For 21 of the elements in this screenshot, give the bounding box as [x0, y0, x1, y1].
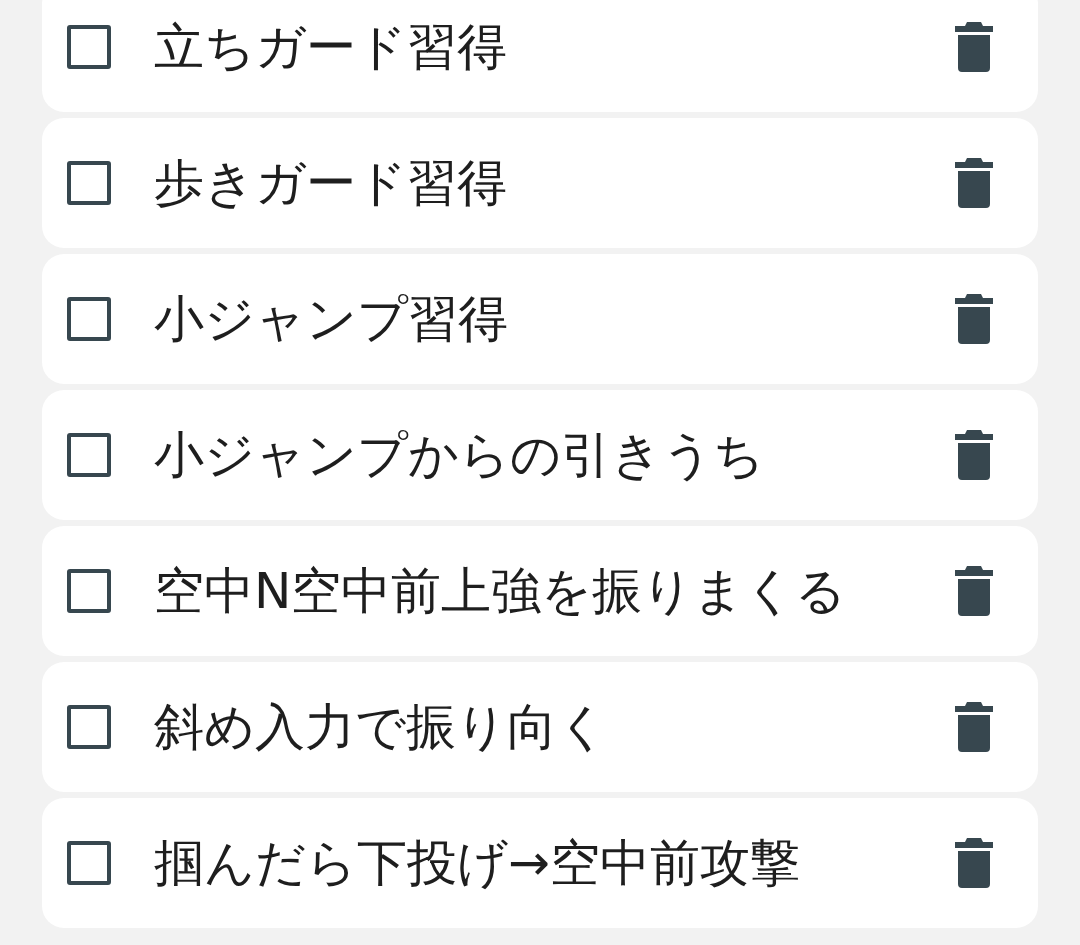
task-label: 立ちガード習得 [154, 17, 508, 78]
checkbox[interactable] [67, 25, 111, 69]
trash-icon[interactable] [955, 838, 993, 888]
checkbox[interactable] [67, 841, 111, 885]
trash-icon[interactable] [955, 158, 993, 208]
checkbox[interactable] [67, 161, 111, 205]
trash-icon[interactable] [955, 702, 993, 752]
task-label: 歩きガード習得 [154, 153, 508, 214]
task-label: 掴んだら下投げ→空中前攻撃 [154, 833, 801, 894]
task-label: 斜め入力で振り向く [154, 697, 609, 758]
checkbox[interactable] [67, 297, 111, 341]
checkbox[interactable] [67, 569, 111, 613]
checkbox[interactable] [67, 433, 111, 477]
task-label: 空中N空中前上強を振りまくる [154, 561, 848, 622]
checkbox[interactable] [67, 705, 111, 749]
trash-icon[interactable] [955, 22, 993, 72]
trash-icon[interactable] [955, 294, 993, 344]
task-label: 小ジャンプ習得 [154, 289, 509, 350]
task-label: 小ジャンプからの引きうち [154, 425, 765, 486]
trash-icon[interactable] [955, 430, 993, 480]
trash-icon[interactable] [955, 566, 993, 616]
